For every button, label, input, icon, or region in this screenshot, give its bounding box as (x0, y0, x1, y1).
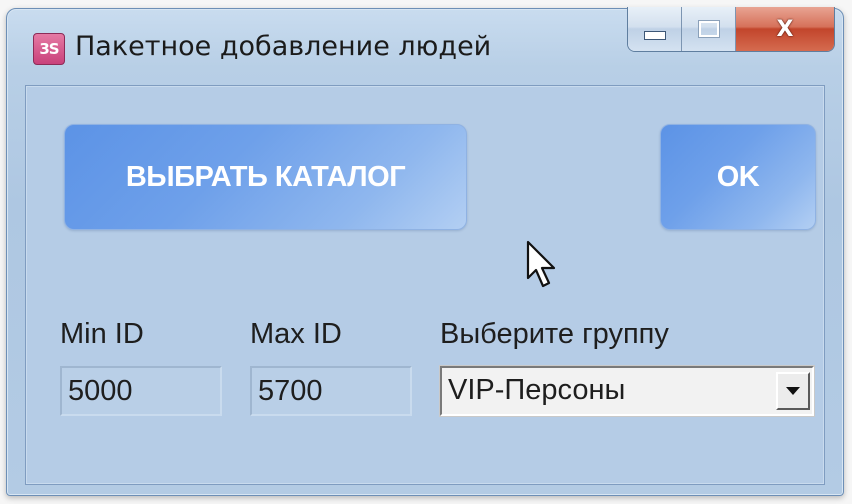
max-id-label: Max ID (250, 318, 342, 350)
title-bar[interactable]: 3S Пакетное добавление людей X (7, 7, 843, 81)
window-title: Пакетное добавление людей (75, 31, 492, 62)
min-id-input[interactable]: 5000 (60, 366, 222, 416)
chevron-down-icon (786, 387, 800, 395)
group-label: Выберите группу (440, 318, 669, 350)
maximize-icon (697, 20, 720, 38)
minimize-icon (643, 30, 666, 40)
dropdown-button[interactable] (776, 372, 810, 410)
client-area: ВЫБРАТЬ КАТАЛОГ OK Min ID Max ID Выберит… (25, 85, 825, 485)
min-id-label: Min ID (60, 318, 144, 350)
app-icon: 3S (33, 33, 65, 65)
caption-buttons: X (627, 7, 835, 52)
minimize-button[interactable] (628, 7, 682, 51)
group-select-value: VIP-Персоны (448, 374, 626, 406)
group-select[interactable]: VIP-Персоны (439, 365, 815, 417)
dialog-window: 3S Пакетное добавление людей X ВЫБРАТЬ К… (6, 7, 844, 496)
select-catalog-button[interactable]: ВЫБРАТЬ КАТАЛОГ (64, 124, 467, 230)
ok-button[interactable]: OK (660, 124, 816, 230)
close-icon: X (776, 16, 794, 42)
max-id-input[interactable]: 5700 (250, 366, 412, 416)
maximize-button[interactable] (682, 7, 736, 51)
screen: 3S Пакетное добавление людей X ВЫБРАТЬ К… (0, 0, 852, 504)
mouse-pointer-icon (526, 240, 556, 288)
close-button[interactable]: X (736, 7, 834, 51)
